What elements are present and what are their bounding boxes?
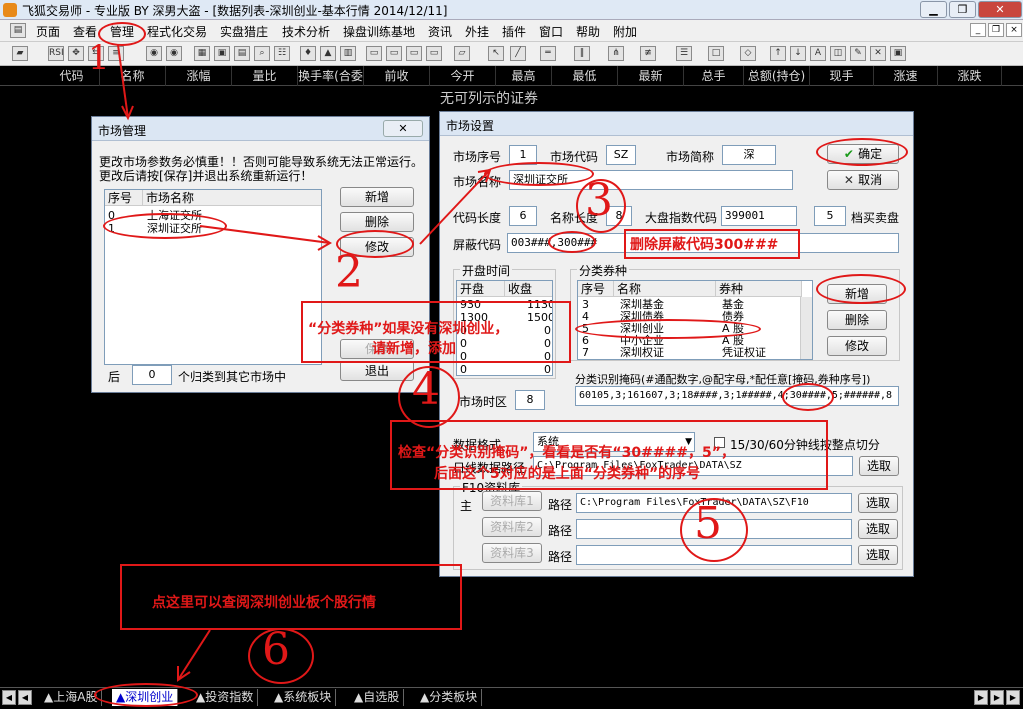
note-delete-block: 删除屏蔽代码300### bbox=[630, 237, 779, 253]
highlight-mask-entry bbox=[782, 383, 834, 411]
arrow-to-market-name bbox=[419, 169, 491, 245]
tab-next-icon[interactable]: ▶ bbox=[974, 690, 988, 705]
highlight-ok-button bbox=[816, 138, 908, 166]
step-number-2: 2 bbox=[335, 247, 363, 298]
arrowhead bbox=[177, 666, 191, 682]
highlight-add-category bbox=[816, 274, 906, 304]
note-add-category-line-1: “分类券种”如果没有深圳创业， bbox=[308, 321, 509, 337]
note-check-mask-line-2: 后面这个5对应的是上面“分类券种”的序号 bbox=[434, 466, 701, 482]
note-check-mask-line-1: 检查“分类识别掩码”，看看是否有“30####，5”， bbox=[398, 445, 735, 461]
highlight-market-name bbox=[484, 162, 594, 186]
highlight-block-code bbox=[548, 231, 596, 253]
tab-prev-icon[interactable]: ◀ bbox=[18, 690, 32, 705]
step-number-3: 3 bbox=[585, 175, 613, 226]
tab-first-icon[interactable]: ◀ bbox=[2, 690, 16, 705]
step-number-4: 4 bbox=[412, 364, 440, 415]
note-add-category-line-2: 请新增，添加 bbox=[372, 341, 456, 357]
highlight-shenzhen-chinext bbox=[575, 319, 761, 339]
step-number-1: 1 bbox=[88, 38, 110, 78]
highlight-chinext-tab bbox=[94, 683, 198, 707]
note-click-here: 点这里可以查阅深圳创业板个股行情 bbox=[152, 595, 376, 611]
step-number-5: 5 bbox=[694, 498, 722, 549]
step-number-6: 6 bbox=[262, 624, 290, 675]
tab-investment-index[interactable]: ▲投资指数 bbox=[192, 689, 259, 706]
arrow-to-tab bbox=[177, 629, 211, 681]
tab-category-sector[interactable]: ▲分类板块 bbox=[416, 689, 483, 706]
highlight-shenzhen-row bbox=[103, 213, 227, 239]
tab-system-sector[interactable]: ▲系统板块 bbox=[270, 689, 337, 706]
tab-watchlist[interactable]: ▲自选股 bbox=[350, 689, 405, 706]
tab-shanghai-a[interactable]: ▲上海A股 bbox=[40, 689, 103, 706]
tab-end-icon[interactable]: ▶ bbox=[1006, 690, 1020, 705]
tab-last-icon[interactable]: ▶ bbox=[990, 690, 1004, 705]
